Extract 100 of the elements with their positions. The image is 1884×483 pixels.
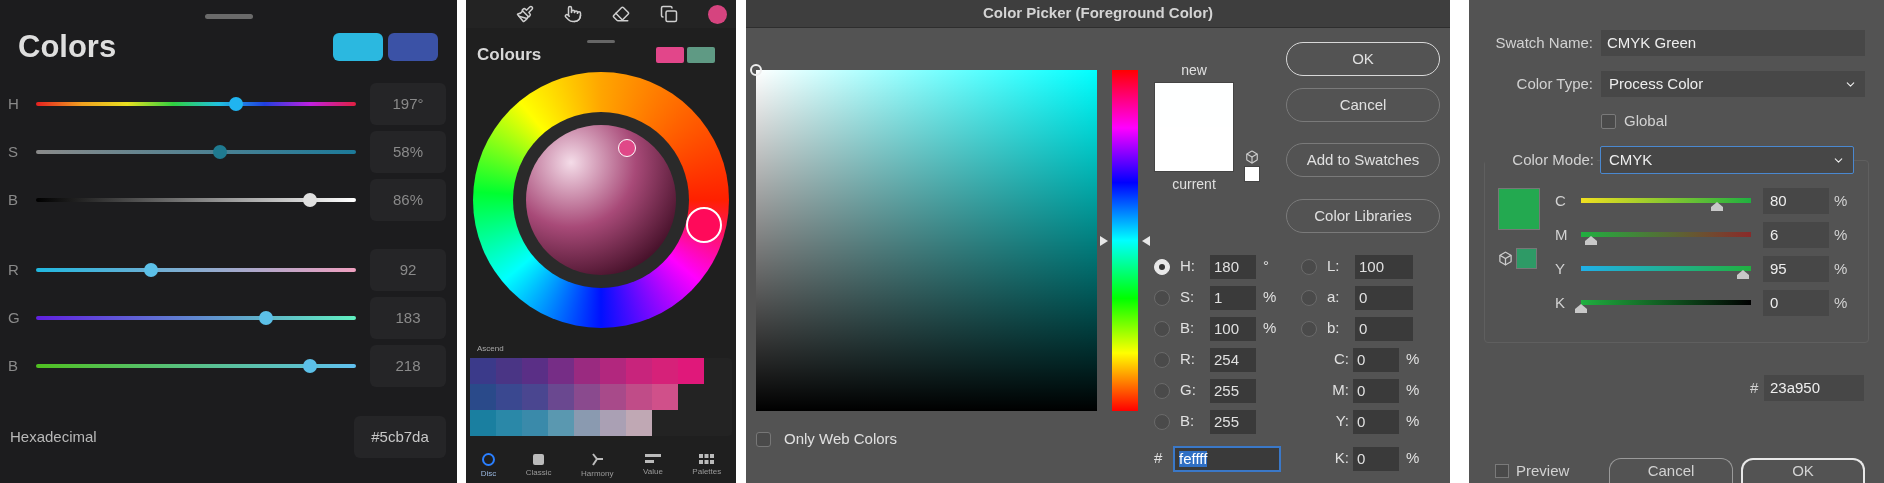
radio-button[interactable] bbox=[1154, 351, 1170, 368]
color-type-select[interactable]: Process Color bbox=[1601, 71, 1865, 97]
palette-swatch[interactable] bbox=[470, 384, 496, 410]
value-field[interactable]: 100 bbox=[1355, 254, 1413, 279]
radio-button[interactable] bbox=[1301, 289, 1317, 306]
radio-button[interactable] bbox=[1154, 382, 1170, 399]
value-field[interactable]: 1 bbox=[1210, 285, 1256, 310]
web-safe-swatch[interactable] bbox=[1244, 166, 1260, 182]
slider-thumb[interactable] bbox=[302, 359, 317, 373]
drag-handle[interactable] bbox=[587, 40, 615, 43]
checkbox[interactable] bbox=[1601, 113, 1616, 129]
palette-swatch[interactable] bbox=[678, 358, 704, 384]
value-field[interactable]: 254 bbox=[1210, 347, 1256, 372]
palette-swatch[interactable] bbox=[548, 358, 574, 384]
color-swatch[interactable] bbox=[333, 33, 383, 61]
palette-swatch[interactable] bbox=[574, 410, 600, 436]
slider[interactable] bbox=[36, 311, 356, 325]
finger-icon[interactable] bbox=[564, 5, 582, 23]
color-swatch[interactable] bbox=[656, 47, 684, 63]
palette-swatch[interactable] bbox=[626, 384, 652, 410]
dialog-button[interactable]: OK bbox=[1741, 458, 1865, 483]
hex-field[interactable]: #5cb7da bbox=[354, 416, 446, 458]
palette-swatch[interactable] bbox=[600, 410, 626, 436]
value-field[interactable]: 218 bbox=[370, 345, 446, 387]
eraser-icon[interactable] bbox=[612, 5, 630, 23]
value-field[interactable]: 100 bbox=[1210, 316, 1256, 341]
value-field[interactable]: 0 bbox=[1353, 347, 1399, 372]
slider-thumb[interactable] bbox=[1574, 304, 1588, 313]
hex-field[interactable]: 23a950 bbox=[1764, 375, 1864, 401]
value-field[interactable]: 0 bbox=[1355, 285, 1413, 310]
radio-button[interactable] bbox=[1301, 320, 1317, 337]
value-field[interactable]: 255 bbox=[1210, 409, 1256, 434]
value-field[interactable]: 95 bbox=[1763, 256, 1829, 282]
dialog-button[interactable]: Cancel bbox=[1609, 458, 1733, 483]
value-field[interactable]: 183 bbox=[370, 297, 446, 339]
field-cursor[interactable] bbox=[750, 64, 762, 76]
slider-thumb[interactable] bbox=[229, 97, 243, 111]
slider[interactable] bbox=[36, 145, 356, 159]
tab[interactable]: Disc bbox=[480, 452, 497, 480]
radio-button[interactable] bbox=[1154, 289, 1170, 306]
value-field[interactable]: 80 bbox=[1763, 188, 1829, 214]
slider-thumb[interactable] bbox=[302, 193, 317, 207]
stacked-squares-icon[interactable] bbox=[660, 5, 678, 23]
value-field[interactable]: 6 bbox=[1763, 222, 1829, 248]
palette-swatch[interactable] bbox=[600, 384, 626, 410]
palette-swatch[interactable] bbox=[522, 358, 548, 384]
palette-swatch[interactable] bbox=[496, 410, 522, 436]
slider[interactable] bbox=[36, 359, 356, 373]
value-field[interactable]: 0 bbox=[1353, 378, 1399, 403]
palette-swatch[interactable] bbox=[496, 384, 522, 410]
value-field[interactable]: 255 bbox=[1210, 378, 1256, 403]
value-field[interactable]: 58% bbox=[370, 131, 446, 173]
palette-swatch[interactable] bbox=[496, 358, 522, 384]
palette-swatch[interactable] bbox=[574, 384, 600, 410]
tab[interactable]: Classic bbox=[525, 453, 552, 479]
value-field[interactable]: 92 bbox=[370, 249, 446, 291]
palette-swatch[interactable] bbox=[626, 410, 652, 436]
radio-button[interactable] bbox=[1301, 258, 1317, 275]
color-swatch[interactable] bbox=[388, 33, 438, 61]
hue-pointer[interactable] bbox=[1100, 234, 1150, 247]
palette-swatch[interactable] bbox=[548, 384, 574, 410]
slider-thumb[interactable] bbox=[259, 311, 274, 325]
palette-swatch[interactable] bbox=[522, 410, 548, 436]
color-mode-select[interactable]: CMYK bbox=[1600, 146, 1854, 174]
value-field[interactable]: 0 bbox=[1355, 316, 1413, 341]
palette-swatch[interactable] bbox=[600, 358, 626, 384]
radio-button[interactable] bbox=[1154, 320, 1170, 337]
slider[interactable] bbox=[36, 263, 356, 277]
tab[interactable]: Harmony bbox=[581, 452, 614, 480]
slider[interactable] bbox=[36, 193, 356, 207]
value-field[interactable]: 0 bbox=[1763, 290, 1829, 316]
tab[interactable]: Palettes bbox=[692, 454, 722, 478]
palette-swatch[interactable] bbox=[626, 358, 652, 384]
palette-swatch[interactable] bbox=[548, 410, 574, 436]
slider[interactable] bbox=[36, 97, 356, 111]
value-field[interactable]: 197° bbox=[370, 83, 446, 125]
color-swatch[interactable] bbox=[687, 47, 715, 63]
cube-icon[interactable] bbox=[1498, 251, 1513, 266]
value-field[interactable]: 86% bbox=[370, 179, 446, 221]
brush-icon[interactable] bbox=[516, 5, 534, 23]
drag-handle[interactable] bbox=[204, 14, 253, 19]
palette-swatch[interactable] bbox=[470, 358, 496, 384]
value-field[interactable]: 0 bbox=[1353, 409, 1399, 434]
palette-swatch[interactable] bbox=[574, 358, 600, 384]
web-safe-swatch[interactable] bbox=[1516, 248, 1537, 269]
value-field[interactable]: 180 bbox=[1210, 254, 1256, 279]
slider-thumb[interactable] bbox=[213, 145, 227, 159]
cube-icon[interactable] bbox=[1245, 150, 1259, 164]
palette-swatch[interactable] bbox=[652, 384, 678, 410]
palette-swatch[interactable] bbox=[652, 358, 678, 384]
tab[interactable]: Value bbox=[643, 454, 663, 478]
palette-swatch[interactable] bbox=[470, 410, 496, 436]
palette-swatch[interactable] bbox=[522, 384, 548, 410]
value-field[interactable]: 0 bbox=[1353, 446, 1399, 471]
hue-marker[interactable] bbox=[686, 207, 722, 243]
swatch-name-field[interactable]: CMYK Green bbox=[1601, 30, 1865, 56]
checkbox[interactable] bbox=[1495, 464, 1509, 478]
radio-button[interactable] bbox=[1154, 413, 1170, 430]
checkbox[interactable] bbox=[756, 431, 771, 447]
slider-thumb[interactable] bbox=[144, 263, 159, 277]
